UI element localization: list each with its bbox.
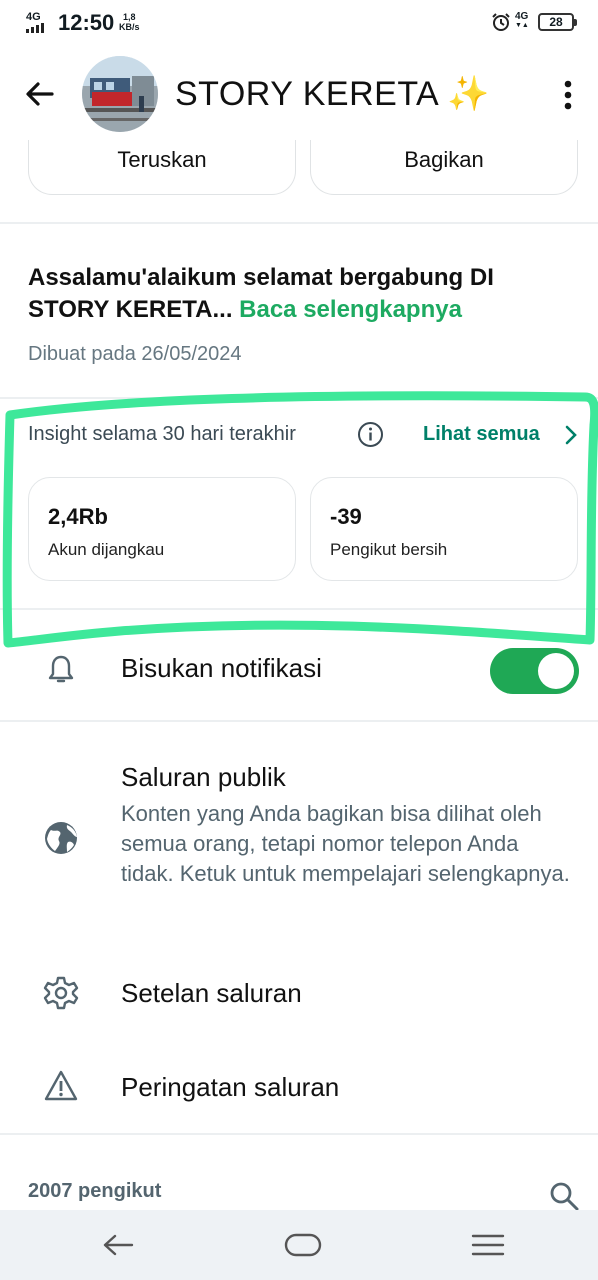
mute-notifications-label: Bisukan notifikasi [121, 653, 322, 683]
see-all-insights-link[interactable]: Lihat semua [423, 423, 540, 446]
channel-settings-item[interactable]: Setelan saluran [121, 978, 302, 1009]
channel-description: Assalamu'alaikum selamat bergabung DI ST… [28, 262, 568, 326]
battery-indicator: 28 [538, 13, 577, 31]
public-channel-title[interactable]: Saluran publik [121, 762, 286, 793]
channel-avatar[interactable] [82, 56, 158, 132]
created-date: Dibuat pada 26/05/2024 [28, 343, 242, 365]
channel-title[interactable]: STORY KERETA ✨ [175, 74, 490, 114]
network-indicator: 4G [26, 12, 44, 33]
more-options-icon[interactable] [556, 78, 580, 112]
section-divider [0, 608, 598, 610]
sparkle-icon: ✨ [447, 75, 491, 113]
section-divider [0, 1133, 598, 1135]
share-button[interactable]: Bagikan [310, 140, 578, 195]
section-divider [0, 222, 598, 224]
forward-button[interactable]: Teruskan [28, 140, 296, 195]
clock: 12:50 [58, 10, 115, 35]
toggle-knob [538, 653, 574, 689]
public-channel-description[interactable]: Konten yang Anda bagikan bisa dilihat ol… [121, 799, 571, 889]
mute-notifications-toggle[interactable] [490, 648, 579, 694]
network-type-right: 4G [515, 11, 529, 22]
insight-heading: Insight selama 30 hari terakhir [28, 423, 296, 445]
net-followers-label: Pengikut bersih [330, 540, 448, 559]
back-arrow-icon[interactable] [22, 76, 58, 112]
nav-menu-icon[interactable] [468, 1228, 508, 1262]
network-speed: 1,8 KB/s [119, 12, 140, 32]
net-followers-value: -39 [330, 504, 362, 529]
nav-home-icon[interactable] [283, 1228, 323, 1262]
nav-back-icon[interactable] [98, 1228, 138, 1262]
speed-value: 1,8 [123, 12, 136, 22]
data-arrows-icon: ▼▲ [515, 22, 529, 29]
system-nav-bar [0, 1210, 598, 1280]
bell-icon [48, 655, 74, 683]
section-divider [0, 720, 598, 722]
alarm-icon [492, 13, 510, 31]
status-bar: 4G 12:50 1,8 KB/s 4G ▼▲ 28 [0, 0, 598, 46]
followers-count[interactable]: 2007 pengikut [28, 1180, 161, 1203]
channel-header: STORY KERETA ✨ [0, 46, 598, 146]
reach-card[interactable]: 2,4Rb Akun dijangkau [28, 477, 296, 581]
train-image [82, 56, 158, 132]
gear-icon [43, 976, 79, 1010]
globe-icon [45, 822, 77, 854]
section-divider [0, 397, 598, 399]
read-more-link[interactable]: Baca selengkapnya [239, 296, 462, 323]
action-buttons: Teruskan Bagikan [0, 140, 598, 200]
reach-label: Akun dijangkau [48, 540, 165, 559]
signal-icon [26, 23, 44, 33]
network-4g-right: 4G ▼▲ [515, 12, 529, 30]
info-icon[interactable] [357, 421, 384, 448]
speed-unit: KB/s [119, 22, 140, 32]
search-icon[interactable] [548, 1180, 580, 1212]
net-followers-card[interactable]: -39 Pengikut bersih [310, 477, 578, 581]
chevron-right-icon[interactable] [564, 425, 578, 445]
channel-name: STORY KERETA [175, 75, 438, 113]
network-type: 4G [26, 11, 41, 23]
channel-warning-item[interactable]: Peringatan saluran [121, 1072, 339, 1103]
warning-icon [44, 1070, 78, 1101]
reach-value: 2,4Rb [48, 504, 108, 529]
